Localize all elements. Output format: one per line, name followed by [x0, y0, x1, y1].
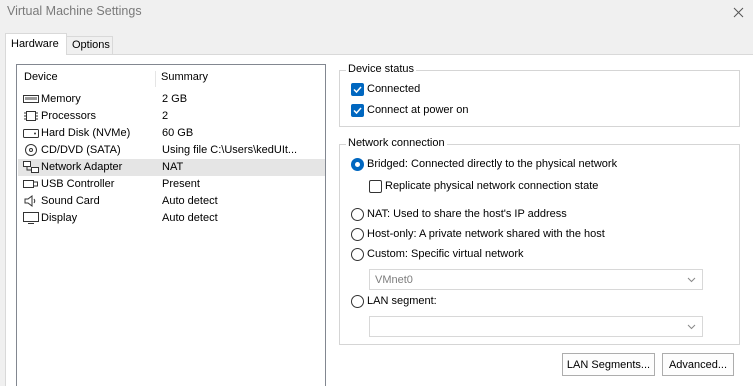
device-row-hard-disk[interactable]: Hard Disk (NVMe) 60 GB	[18, 125, 325, 142]
hard-disk-icon	[23, 129, 39, 138]
chevron-down-icon	[687, 324, 696, 330]
device-status-title: Device status	[346, 63, 417, 75]
device-row-usb-controller[interactable]: USB Controller Present	[18, 176, 325, 193]
device-name: USB Controller	[41, 178, 115, 190]
device-summary: NAT	[162, 161, 184, 173]
replicate-checkbox[interactable]	[369, 180, 382, 193]
device-name: Processors	[41, 110, 97, 122]
tab-hardware[interactable]: Hardware	[5, 33, 67, 55]
lan-segment-label[interactable]: LAN segment:	[367, 295, 437, 307]
device-summary: 2 GB	[162, 93, 188, 105]
cd-dvd-icon	[25, 144, 37, 156]
device-summary: 2	[162, 110, 169, 122]
close-icon	[733, 7, 743, 17]
replicate-label[interactable]: Replicate physical network connection st…	[385, 180, 598, 192]
host-only-radio[interactable]	[351, 228, 364, 241]
connect-at-power-on-label[interactable]: Connect at power on	[367, 104, 469, 116]
tab-options[interactable]: Options	[66, 36, 113, 55]
device-summary: Using file C:\Users\kedUIt...	[162, 144, 298, 156]
device-name: Memory	[41, 93, 81, 105]
processor-icon	[24, 111, 38, 121]
connected-label[interactable]: Connected	[367, 83, 420, 95]
window-title: Virtual Machine Settings	[7, 4, 142, 18]
custom-radio[interactable]	[351, 248, 364, 261]
nat-radio[interactable]	[351, 208, 364, 221]
network-connection-group: Network connection Bridged: Connected di…	[339, 137, 740, 345]
title-bar: Virtual Machine Settings	[0, 0, 753, 24]
device-name: Sound Card	[41, 195, 100, 207]
network-adapter-icon	[23, 161, 39, 173]
network-connection-title: Network connection	[346, 137, 447, 149]
device-row-display[interactable]: Display Auto detect	[18, 210, 325, 227]
device-row-memory[interactable]: Memory 2 GB	[18, 91, 325, 108]
device-row-cd-dvd[interactable]: CD/DVD (SATA) Using file C:\Users\kedUIt…	[18, 142, 325, 159]
device-summary: Auto detect	[162, 195, 218, 207]
host-only-label[interactable]: Host-only: A private network shared with…	[367, 228, 605, 240]
device-row-network-adapter[interactable]: Network Adapter NAT	[18, 159, 325, 176]
device-name: Network Adapter	[41, 161, 123, 173]
nat-label[interactable]: NAT: Used to share the host's IP address	[367, 208, 567, 220]
device-summary: 60 GB	[162, 127, 194, 139]
checkmark-icon	[353, 86, 362, 94]
custom-network-select[interactable]: VMnet0	[369, 269, 703, 290]
display-icon	[23, 212, 39, 224]
device-status-group: Device status Connected Connect at power…	[339, 63, 740, 127]
device-summary: Auto detect	[162, 212, 218, 224]
memory-icon	[23, 95, 39, 103]
bridged-label[interactable]: Bridged: Connected directly to the physi…	[367, 158, 617, 170]
device-row-sound-card[interactable]: Sound Card Auto detect	[18, 193, 325, 210]
lan-segments-button[interactable]: LAN Segments...	[562, 353, 655, 376]
column-header-device[interactable]: Device	[24, 71, 58, 83]
bridged-radio[interactable]	[351, 158, 364, 171]
lan-segment-select[interactable]	[369, 316, 703, 337]
sound-card-icon	[24, 195, 36, 207]
connect-at-power-on-checkbox[interactable]	[351, 104, 364, 117]
column-header-summary[interactable]: Summary	[161, 71, 208, 83]
lan-segment-radio[interactable]	[351, 295, 364, 308]
device-name: Display	[41, 212, 78, 224]
device-list-header: Device Summary	[17, 71, 325, 87]
chevron-down-icon	[687, 277, 696, 283]
device-name: CD/DVD (SATA)	[41, 144, 121, 156]
usb-icon	[23, 180, 38, 188]
device-name: Hard Disk (NVMe)	[41, 127, 131, 139]
checkmark-icon	[353, 107, 362, 115]
close-button[interactable]	[723, 0, 753, 24]
device-summary: Present	[162, 178, 200, 190]
device-list[interactable]: Device Summary Memory 2 GB Processors 2 …	[16, 64, 326, 386]
advanced-button[interactable]: Advanced...	[662, 353, 734, 376]
custom-label[interactable]: Custom: Specific virtual network	[367, 248, 524, 260]
device-row-processors[interactable]: Processors 2	[18, 108, 325, 125]
custom-network-value: VMnet0	[375, 274, 413, 286]
connected-checkbox[interactable]	[351, 83, 364, 96]
